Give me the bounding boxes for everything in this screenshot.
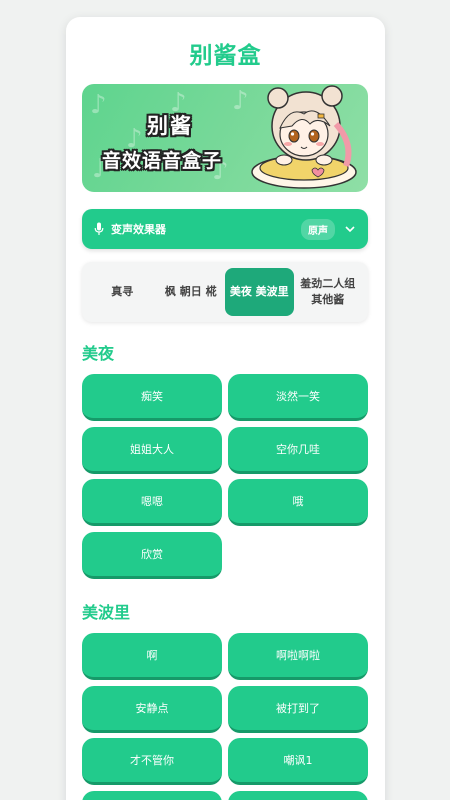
banner-title: 别酱 xyxy=(147,114,193,138)
voice-changer-label: 变声效果器 xyxy=(111,223,166,236)
microphone-icon xyxy=(94,222,104,235)
tab-feng-zhaori-hua[interactable]: 枫 朝日 椛 xyxy=(157,268,226,316)
sound-button[interactable]: 才不管你 xyxy=(82,738,222,785)
sound-button[interactable]: 啊啦啊啦 xyxy=(228,633,368,680)
banner: ♪ ♪ ♪ ♪ ♪ ♪ ♪ 别酱 音效语音盒子 xyxy=(82,84,368,192)
voice-changer-select[interactable]: 变声效果器 原声 xyxy=(82,209,368,249)
tab-xiujin-others[interactable]: 羞劲二人组 其他酱 xyxy=(294,268,363,316)
voice-changer-value-badge: 原声 xyxy=(301,218,335,240)
section-title-meiboli: 美波里 xyxy=(82,603,131,622)
chevron-down-icon xyxy=(345,226,355,233)
mascot-illustration xyxy=(251,85,357,189)
sound-button[interactable]: 痴笑 xyxy=(82,374,222,421)
sound-button-partial[interactable] xyxy=(82,791,222,800)
sound-button-partial[interactable] xyxy=(228,791,368,800)
sound-button[interactable]: 哦 xyxy=(228,479,368,526)
sound-button[interactable]: 淡然一笑 xyxy=(228,374,368,421)
sound-button[interactable]: 安静点 xyxy=(82,686,222,733)
music-note-pattern-icon: ♪ xyxy=(90,90,107,120)
sound-button[interactable]: 欣赏 xyxy=(82,532,222,579)
tab-meiye-meiboli[interactable]: 美夜 美波里 xyxy=(225,268,294,316)
app-card: 别酱盒 ♪ ♪ ♪ ♪ ♪ ♪ ♪ 别酱 音效语音盒子 xyxy=(66,17,385,800)
sound-button[interactable]: 空你几哇 xyxy=(228,427,368,474)
tab-zhenxun[interactable]: 真寻 xyxy=(88,268,157,316)
character-tabs: 真寻 枫 朝日 椛 美夜 美波里 羞劲二人组 其他酱 xyxy=(82,262,368,322)
sound-button[interactable]: 姐姐大人 xyxy=(82,427,222,474)
banner-subtitle: 音效语音盒子 xyxy=(102,150,223,172)
sound-button[interactable]: 嘲讽1 xyxy=(228,738,368,785)
sound-button[interactable]: 啊 xyxy=(82,633,222,680)
sound-button[interactable]: 被打到了 xyxy=(228,686,368,733)
app-title: 别酱盒 xyxy=(189,43,262,69)
section-title-meiye: 美夜 xyxy=(82,344,115,363)
sound-button[interactable]: 嗯嗯 xyxy=(82,479,222,526)
